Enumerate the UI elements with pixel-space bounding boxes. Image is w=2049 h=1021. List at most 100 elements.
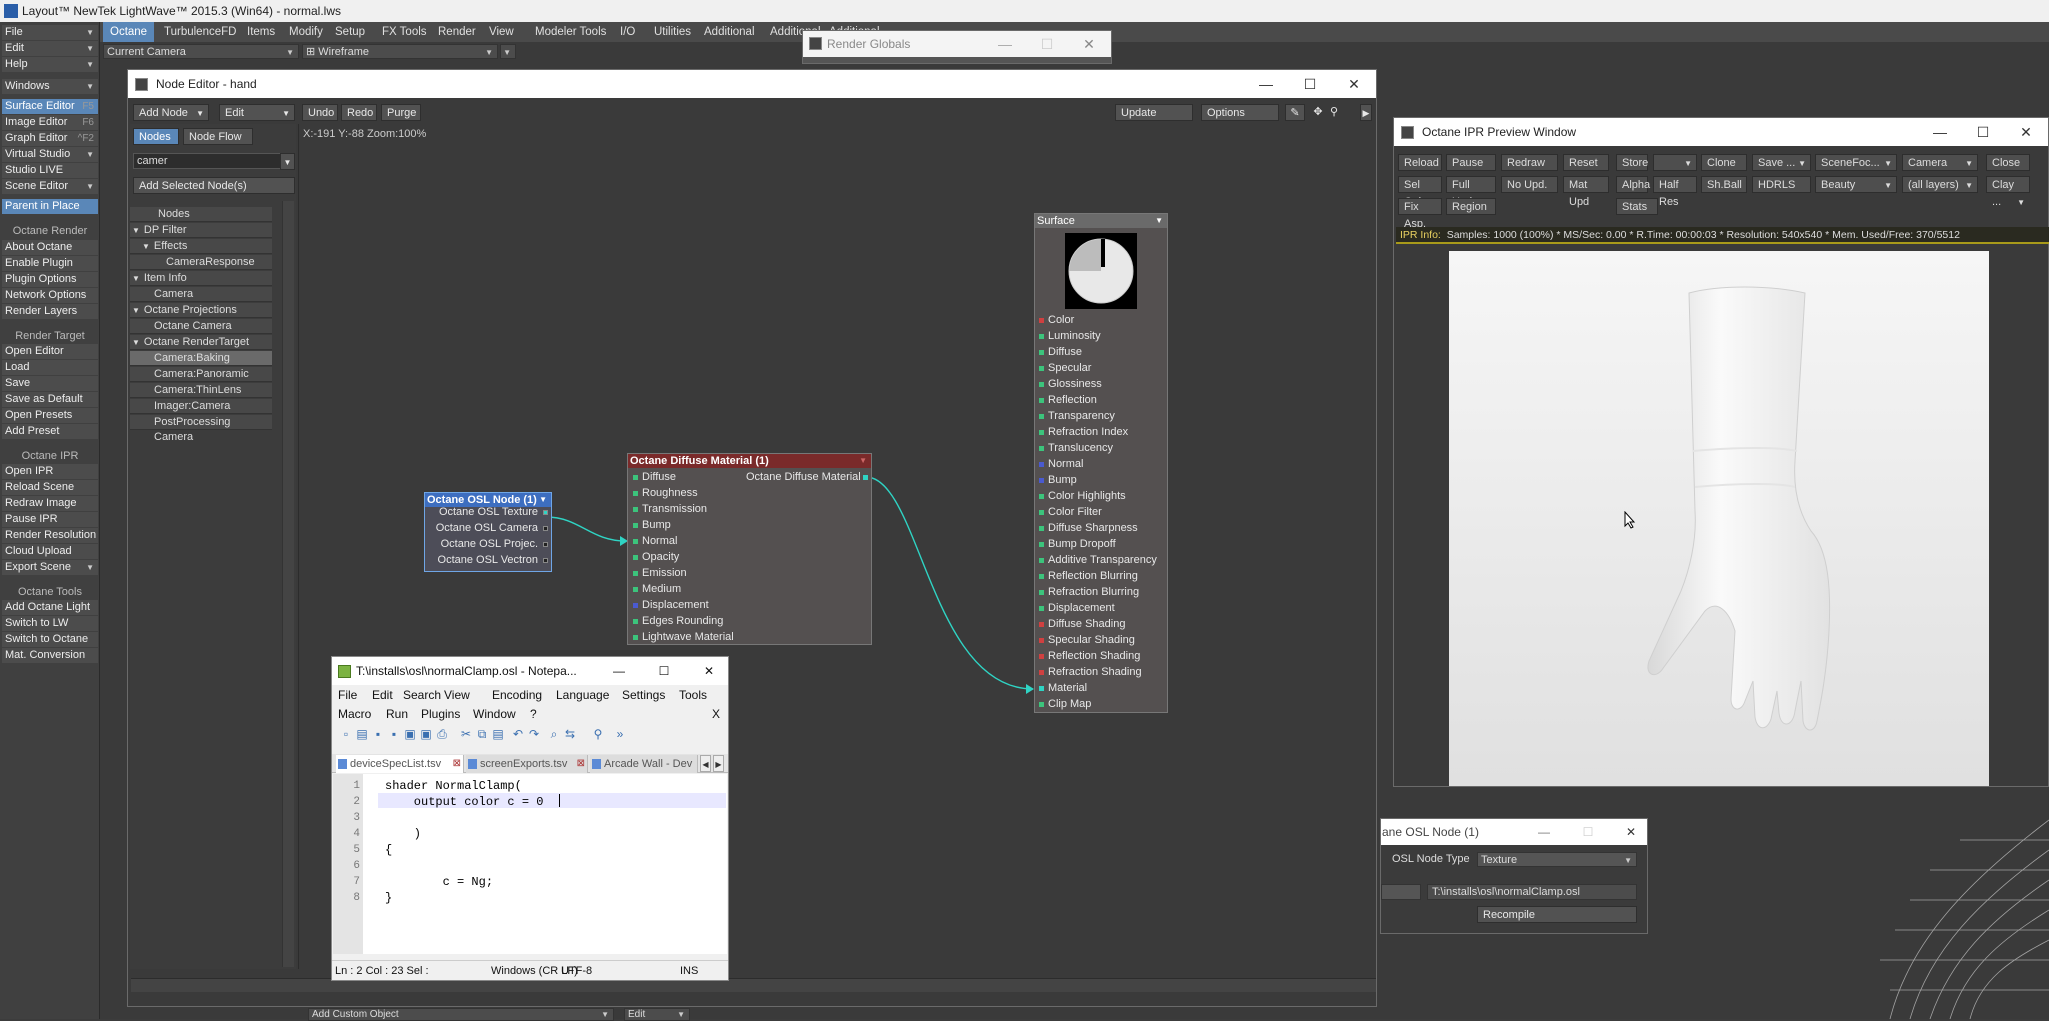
- input-pin[interactable]: [633, 635, 638, 640]
- sidebar-item-scene-editor[interactable]: Scene Editor ▼: [2, 179, 98, 194]
- node-search-input[interactable]: camer: [133, 153, 295, 169]
- ipr-hdrls-button[interactable]: HDRLS: [1752, 176, 1811, 193]
- input-pin[interactable]: [1039, 702, 1044, 707]
- sidebar-item-load[interactable]: Load: [2, 360, 98, 375]
- input-pin[interactable]: [633, 491, 638, 496]
- ipr-sh-ball-button[interactable]: Sh.Ball: [1701, 176, 1747, 193]
- diffuse-input-roughness[interactable]: Roughness: [642, 485, 698, 501]
- sidebar-item-add-octane-light[interactable]: Add Octane Light: [2, 600, 98, 615]
- sidebar-item-surface-editor[interactable]: Surface Editor F5: [2, 99, 98, 114]
- input-pin[interactable]: [1039, 494, 1044, 499]
- close-icon[interactable]: ✕: [2004, 118, 2048, 146]
- output-pin[interactable]: [543, 526, 548, 531]
- surface-input-color-highlights[interactable]: Color Highlights: [1048, 488, 1126, 504]
- diffuse-input-emission[interactable]: Emission: [642, 565, 687, 581]
- code-line[interactable]: ): [385, 827, 421, 841]
- ipr-save-button[interactable]: Save ... ▼: [1752, 154, 1811, 171]
- output-pin[interactable]: [863, 475, 868, 480]
- input-pin[interactable]: [633, 539, 638, 544]
- surface-input-translucency[interactable]: Translucency: [1048, 440, 1113, 456]
- close-all-icon[interactable]: ▣: [418, 726, 434, 742]
- cut-icon[interactable]: ✂: [458, 726, 474, 742]
- close-icon[interactable]: ✕: [694, 657, 724, 685]
- minimize-icon[interactable]: —: [604, 657, 634, 685]
- sidebar-edit-menu[interactable]: Edit ▼: [2, 41, 98, 56]
- surface-input-diffuse-shading[interactable]: Diffuse Shading: [1048, 616, 1125, 632]
- input-pin[interactable]: [633, 619, 638, 624]
- input-pin[interactable]: [1039, 526, 1044, 531]
- close-icon[interactable]: ▣: [402, 726, 418, 742]
- np-menu-edit[interactable]: Edit: [372, 688, 393, 702]
- ipr-redraw-button[interactable]: Redraw: [1501, 154, 1558, 171]
- sidebar-item-studio-live[interactable]: Studio LIVE: [2, 163, 98, 178]
- surface-input-refraction-shading[interactable]: Refraction Shading: [1048, 664, 1142, 680]
- ipr-reload-button[interactable]: Reload: [1398, 154, 1442, 171]
- sidebar-item-cloud-upload[interactable]: Cloud Upload: [2, 544, 98, 559]
- np-menu-search[interactable]: Search: [403, 688, 441, 702]
- input-pin[interactable]: [1039, 382, 1044, 387]
- tab-scroll-left-icon[interactable]: ◀: [700, 755, 711, 772]
- diffuse-input-normal[interactable]: Normal: [642, 533, 677, 549]
- surface-input-reflection-blurring[interactable]: Reflection Blurring: [1048, 568, 1138, 584]
- tree-item-cameraresponse[interactable]: CameraResponse: [130, 255, 272, 270]
- ipr-scenefoc-button[interactable]: SceneFoc... ▼: [1815, 154, 1897, 171]
- input-pin[interactable]: [633, 571, 638, 576]
- surface-input-transparency[interactable]: Transparency: [1048, 408, 1115, 424]
- expand-right-icon[interactable]: ▶: [1360, 104, 1372, 121]
- options-button[interactable]: Options: [1201, 104, 1279, 121]
- paste-icon[interactable]: ▤: [490, 726, 506, 742]
- maximize-icon[interactable]: ☐: [1573, 819, 1603, 845]
- input-pin[interactable]: [1039, 446, 1044, 451]
- new-file-icon[interactable]: ▫: [338, 726, 354, 742]
- ipr-reset-button[interactable]: Reset: [1563, 154, 1609, 171]
- redo-button[interactable]: Redo: [341, 104, 377, 121]
- np-menu-encoding[interactable]: Encoding: [492, 688, 542, 702]
- surface-input-refraction-blurring[interactable]: Refraction Blurring: [1048, 584, 1139, 600]
- pan-icon[interactable]: ✥: [1310, 104, 1326, 121]
- menu-tab-utilities[interactable]: Utilities: [647, 22, 698, 42]
- diffuse-input-bump[interactable]: Bump: [642, 517, 671, 533]
- tree-item-camera-panoramic[interactable]: Camera:Panoramic: [130, 367, 272, 382]
- osl-path-field[interactable]: T:\installs\osl\normalClamp.osl: [1427, 884, 1637, 900]
- sidebar-item-render-layers[interactable]: Render Layers: [2, 304, 98, 319]
- node-editor-titlebar[interactable]: Node Editor - hand — ☐ ✕: [128, 70, 1376, 98]
- np-menu-run[interactable]: Run: [386, 707, 408, 721]
- surface-input-reflection[interactable]: Reflection: [1048, 392, 1097, 408]
- np-menu-tools[interactable]: Tools: [679, 688, 707, 702]
- zoom-icon[interactable]: ⚲: [1326, 104, 1342, 121]
- diffuse-input-edges-rounding[interactable]: Edges Rounding: [642, 613, 723, 629]
- minimize-icon[interactable]: —: [1244, 70, 1288, 98]
- sidebar-help-menu[interactable]: Help ▼: [2, 57, 98, 72]
- input-pin[interactable]: [633, 555, 638, 560]
- np-file-tab[interactable]: Arcade Wall - Dev: [590, 755, 698, 773]
- diffuse-input-lightwave-material[interactable]: Lightwave Material: [642, 629, 734, 645]
- purge-button[interactable]: Purge: [381, 104, 421, 121]
- diffuse-input-opacity[interactable]: Opacity: [642, 549, 679, 565]
- ipr-camera-button[interactable]: Camera ▼: [1902, 154, 1978, 171]
- input-pin[interactable]: [1039, 606, 1044, 611]
- edit-menu-button[interactable]: Edit ▼: [219, 104, 295, 121]
- sidebar-item-open-ipr[interactable]: Open IPR: [2, 464, 98, 479]
- code-line[interactable]: shader NormalClamp(: [385, 779, 522, 793]
- save-icon[interactable]: ▪: [370, 726, 386, 742]
- tab-node-flow[interactable]: Node Flow: [183, 128, 253, 145]
- sidebar-item-open-presets-shelf[interactable]: Open Presets Shelf: [2, 408, 98, 436]
- surface-node-header[interactable]: Surface ▼: [1035, 214, 1167, 228]
- input-pin[interactable]: [1039, 542, 1044, 547]
- surface-input-refraction-index[interactable]: Refraction Index: [1048, 424, 1128, 440]
- tab-scroll-right-icon[interactable]: ▶: [713, 755, 724, 772]
- menu-tab-turbulencefd[interactable]: TurbulenceFD: [157, 22, 243, 42]
- tree-item-effects[interactable]: ▼ Effects: [130, 239, 272, 254]
- input-pin[interactable]: [633, 587, 638, 592]
- surface-input-diffuse[interactable]: Diffuse: [1048, 344, 1082, 360]
- ipr-alpha-button[interactable]: Alpha: [1616, 176, 1650, 193]
- node-editor-hscroll[interactable]: [131, 978, 1376, 992]
- osl-output-octane-osl-vectron[interactable]: Octane OSL Vectron: [432, 552, 538, 568]
- ipr-all-layers-button[interactable]: (all layers) ▼: [1902, 176, 1978, 193]
- np-menu-view[interactable]: View: [444, 688, 470, 702]
- parent-in-place-button[interactable]: Parent in Place: [2, 199, 98, 214]
- ipr-half-res-button[interactable]: Half Res: [1653, 176, 1697, 208]
- maximize-icon[interactable]: ☐: [1961, 118, 2005, 146]
- undo-icon[interactable]: ↶: [510, 726, 526, 742]
- np-menu-window[interactable]: Window: [473, 707, 516, 721]
